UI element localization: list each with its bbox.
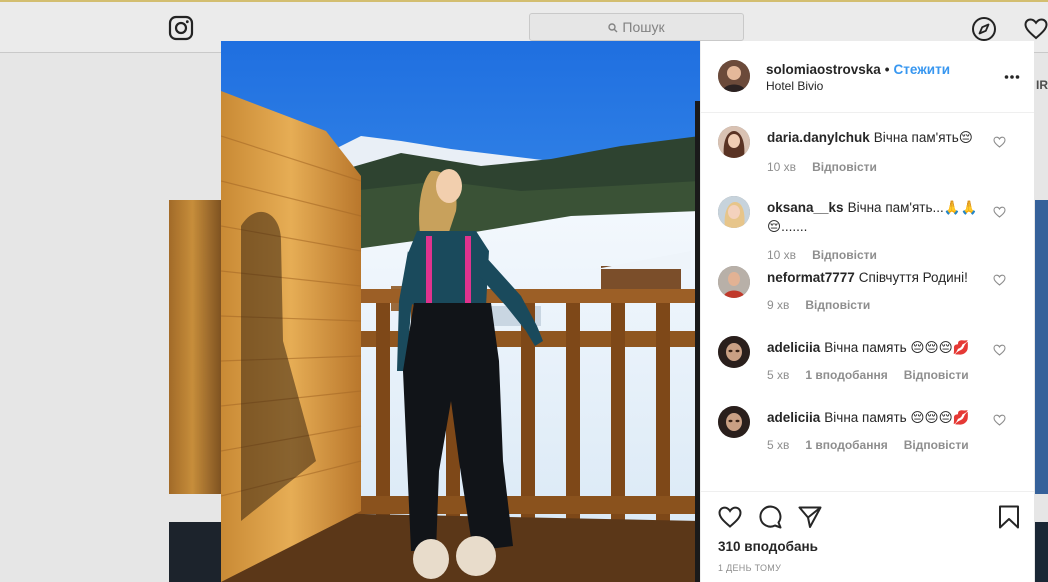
comment-body: Вічна память 😔😔😔💋 (824, 410, 970, 425)
avatar[interactable] (718, 336, 750, 368)
avatar-image (718, 196, 750, 228)
reply-button[interactable]: Відповісти (904, 368, 969, 382)
post-author-username[interactable]: solomiaostrovska (766, 62, 881, 77)
heart-icon[interactable] (1023, 16, 1048, 42)
avatar[interactable] (718, 126, 750, 158)
comment-text: adeliciia Вічна память 😔😔😔💋 (767, 338, 987, 357)
comment-meta: 5 хв 1 вподобання Відповісти (767, 368, 985, 382)
comment-like-icon[interactable] (993, 206, 1006, 218)
avatar[interactable] (718, 196, 750, 228)
background-post-thumbnail[interactable] (1035, 200, 1048, 494)
comment-item: oksana__ks Вічна пам'ять...🙏🙏😔....... 10 … (701, 184, 1034, 262)
comment-meta: 10 хв Відповісти (767, 160, 893, 174)
search-placeholder: Пошук (622, 19, 665, 35)
avatar-image (718, 126, 750, 158)
post-details-panel: solomiaostrovska • Стежити Hotel Bivio d… (700, 41, 1034, 582)
separator-dot: • (884, 62, 890, 77)
comment-username[interactable]: daria.danylchuk (767, 130, 870, 145)
post-location[interactable]: Hotel Bivio (766, 79, 823, 93)
background-text-fragment: IR (1036, 78, 1048, 92)
avatar[interactable] (718, 266, 750, 298)
comment-like-icon[interactable] (993, 136, 1006, 148)
background-post-thumbnail[interactable] (169, 522, 221, 582)
comment-item: adeliciia Вічна память 😔😔😔💋 5 хв 1 вподоба… (701, 394, 1034, 464)
post-actions-bar: 310 вподобань 1 день тому (701, 491, 1034, 582)
reply-button[interactable]: Відповісти (904, 438, 969, 452)
comment-body: Співчуття Родині! (858, 270, 968, 285)
avatar[interactable] (718, 406, 750, 438)
comment-time[interactable]: 9 хв (767, 298, 789, 312)
heart-outline-icon[interactable] (717, 504, 743, 530)
comment-time[interactable]: 5 хв (767, 438, 789, 452)
compass-icon[interactable] (971, 16, 997, 42)
post-header: solomiaostrovska • Стежити Hotel Bivio (701, 41, 1034, 113)
comment-username[interactable]: adeliciia (767, 340, 820, 355)
comment-text: adeliciia Вічна память 😔😔😔💋 (767, 408, 987, 427)
comment-meta: 5 хв 1 вподобання Відповісти (767, 438, 985, 452)
avatar-image (718, 266, 750, 298)
comment-item: adeliciia Вічна память 😔😔😔💋 5 хв 1 вподоба… (701, 324, 1034, 394)
comment-item: daria.danylchuk Вічна пам'ять😔 10 хв Відпо… (701, 114, 1034, 184)
comment-username[interactable]: oksana__ks (767, 200, 844, 215)
follow-button[interactable]: Стежити (894, 62, 950, 77)
comment-like-count[interactable]: 1 вподобання (805, 438, 887, 452)
comment-text: daria.danylchuk Вічна пам'ять😔 (767, 128, 987, 147)
comment-time[interactable]: 5 хв (767, 368, 789, 382)
comment-like-icon[interactable] (993, 344, 1006, 356)
comment-item: neformat7777 Співчуття Родині! 9 хв Відпов… (701, 254, 1034, 324)
more-options-icon[interactable] (1004, 74, 1020, 80)
reply-button[interactable]: Відповісти (805, 298, 870, 312)
comment-body: Вічна память 😔😔😔💋 (824, 340, 970, 355)
comment-time[interactable]: 10 хв (767, 160, 796, 174)
comments-list[interactable]: daria.danylchuk Вічна пам'ять😔 10 хв Відпо… (701, 114, 1034, 491)
post-timestamp[interactable]: 1 день тому (718, 563, 781, 573)
avatar-image (718, 406, 750, 438)
search-icon (608, 23, 618, 33)
post-author-line: solomiaostrovska • Стежити (766, 62, 950, 77)
paper-plane-icon[interactable] (797, 504, 823, 530)
comment-like-count[interactable]: 1 вподобання (805, 368, 887, 382)
search-input[interactable]: Пошук (529, 13, 744, 41)
comment-text: oksana__ks Вічна пам'ять...🙏🙏😔....... (767, 198, 987, 236)
avatar[interactable] (718, 60, 750, 92)
comment-like-icon[interactable] (993, 274, 1006, 286)
comment-body: Вічна пам'ять😔 (873, 130, 973, 145)
background-post-thumbnail[interactable] (1035, 522, 1048, 582)
reply-button[interactable]: Відповісти (812, 160, 877, 174)
comment-bubble-icon[interactable] (757, 504, 783, 530)
comment-username[interactable]: adeliciia (767, 410, 820, 425)
comment-text: neformat7777 Співчуття Родині! (767, 268, 987, 287)
background-post-thumbnail[interactable] (169, 200, 221, 494)
post-photo-image (221, 41, 700, 582)
bookmark-icon[interactable] (996, 504, 1022, 530)
comment-meta: 9 хв Відповісти (767, 298, 886, 312)
likes-count[interactable]: 310 вподобань (718, 539, 818, 554)
post-photo[interactable] (221, 41, 700, 582)
comment-username[interactable]: neformat7777 (767, 270, 855, 285)
comment-like-icon[interactable] (993, 414, 1006, 426)
avatar-image (718, 336, 750, 368)
instagram-logo-icon[interactable] (168, 15, 194, 41)
post-modal: solomiaostrovska • Стежити Hotel Bivio d… (221, 41, 1034, 582)
avatar-image (718, 60, 750, 92)
